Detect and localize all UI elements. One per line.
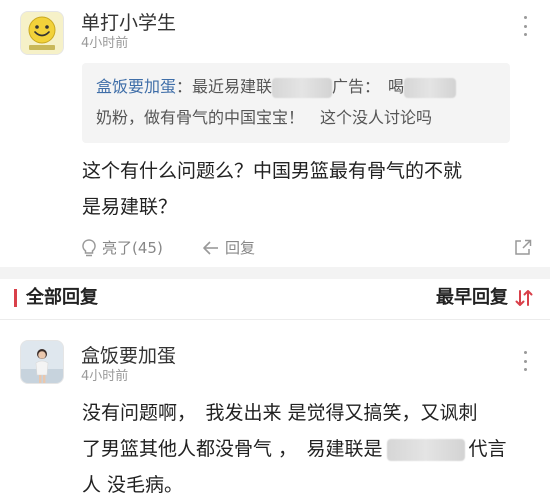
share-button[interactable]: [513, 237, 537, 257]
divider: [0, 319, 550, 320]
censored-blur: [386, 438, 465, 461]
username[interactable]: 盒饭要加蛋: [81, 344, 176, 368]
more-options-icon[interactable]: [517, 351, 533, 371]
user-photo-icon: [21, 341, 63, 383]
sort-label: 最早回复: [436, 287, 508, 308]
quote-author[interactable]: 盒饭要加蛋: [96, 77, 176, 96]
timestamp: 4小时前: [81, 369, 129, 384]
quote-colon: ：: [176, 77, 193, 96]
sort-arrows-icon: [515, 290, 533, 306]
username[interactable]: 单打小学生: [81, 11, 176, 35]
quote-text: 广告： 喝: [332, 77, 405, 96]
censored-blur: [404, 77, 457, 98]
divider: [0, 267, 550, 279]
avatar[interactable]: [20, 11, 64, 55]
sort-toggle[interactable]: 最早回复: [436, 285, 534, 311]
reply-button[interactable]: 回复: [201, 237, 255, 258]
reply-label: 回复: [225, 239, 256, 257]
comment-text: 了男篮其他人都没骨气 ， 易建联是: [82, 438, 383, 460]
quote-text: 奶粉，做有骨气的中国宝宝！ 这个没人讨论吗: [96, 108, 433, 127]
comment-text: 人 没毛病。: [82, 474, 184, 496]
comment-thread: 单打小学生 4小时前 盒饭要加蛋：最近易建联 广告： 喝 奶粉，做有骨气的中国宝宝…: [0, 0, 550, 501]
smiley-face-icon: [21, 12, 63, 54]
comment-actions: 亮了(45) 回复: [80, 237, 535, 261]
comment-text: 没有问题啊， 我发出来 是觉得又搞笑，又讽刺: [82, 402, 478, 424]
reply-arrow-icon: [203, 240, 218, 255]
quoted-comment[interactable]: 盒饭要加蛋：最近易建联 广告： 喝 奶粉，做有骨气的中国宝宝！ 这个没人讨论吗: [82, 63, 510, 143]
section-title: 全部回复: [26, 287, 98, 308]
timestamp: 4小时前: [81, 36, 129, 51]
like-button[interactable]: 亮了(45): [80, 237, 163, 258]
accent-bar: [14, 289, 17, 307]
comment-text: 这个有什么问题么？中国男篮最有骨气的不就: [82, 160, 463, 182]
censored-blur: [272, 77, 333, 98]
avatar[interactable]: [20, 340, 64, 384]
lightbulb-icon: [82, 238, 96, 256]
comment-text: 代言: [468, 438, 507, 460]
comment-text: 是易建联？: [82, 196, 178, 218]
more-options-icon[interactable]: [517, 16, 533, 36]
quote-text: 最近易建联: [192, 77, 273, 96]
comment-body: 这个有什么问题么？中国男篮最有骨气的不就 是易建联？: [82, 153, 462, 225]
like-count-label: 亮了(45): [102, 239, 163, 257]
comment-body: 没有问题啊， 我发出来 是觉得又搞笑，又讽刺 了男篮其他人都没骨气 ， 易建联是…: [82, 395, 507, 501]
replies-header: 全部回复 最早回复: [0, 281, 550, 317]
share-icon: [515, 239, 532, 255]
